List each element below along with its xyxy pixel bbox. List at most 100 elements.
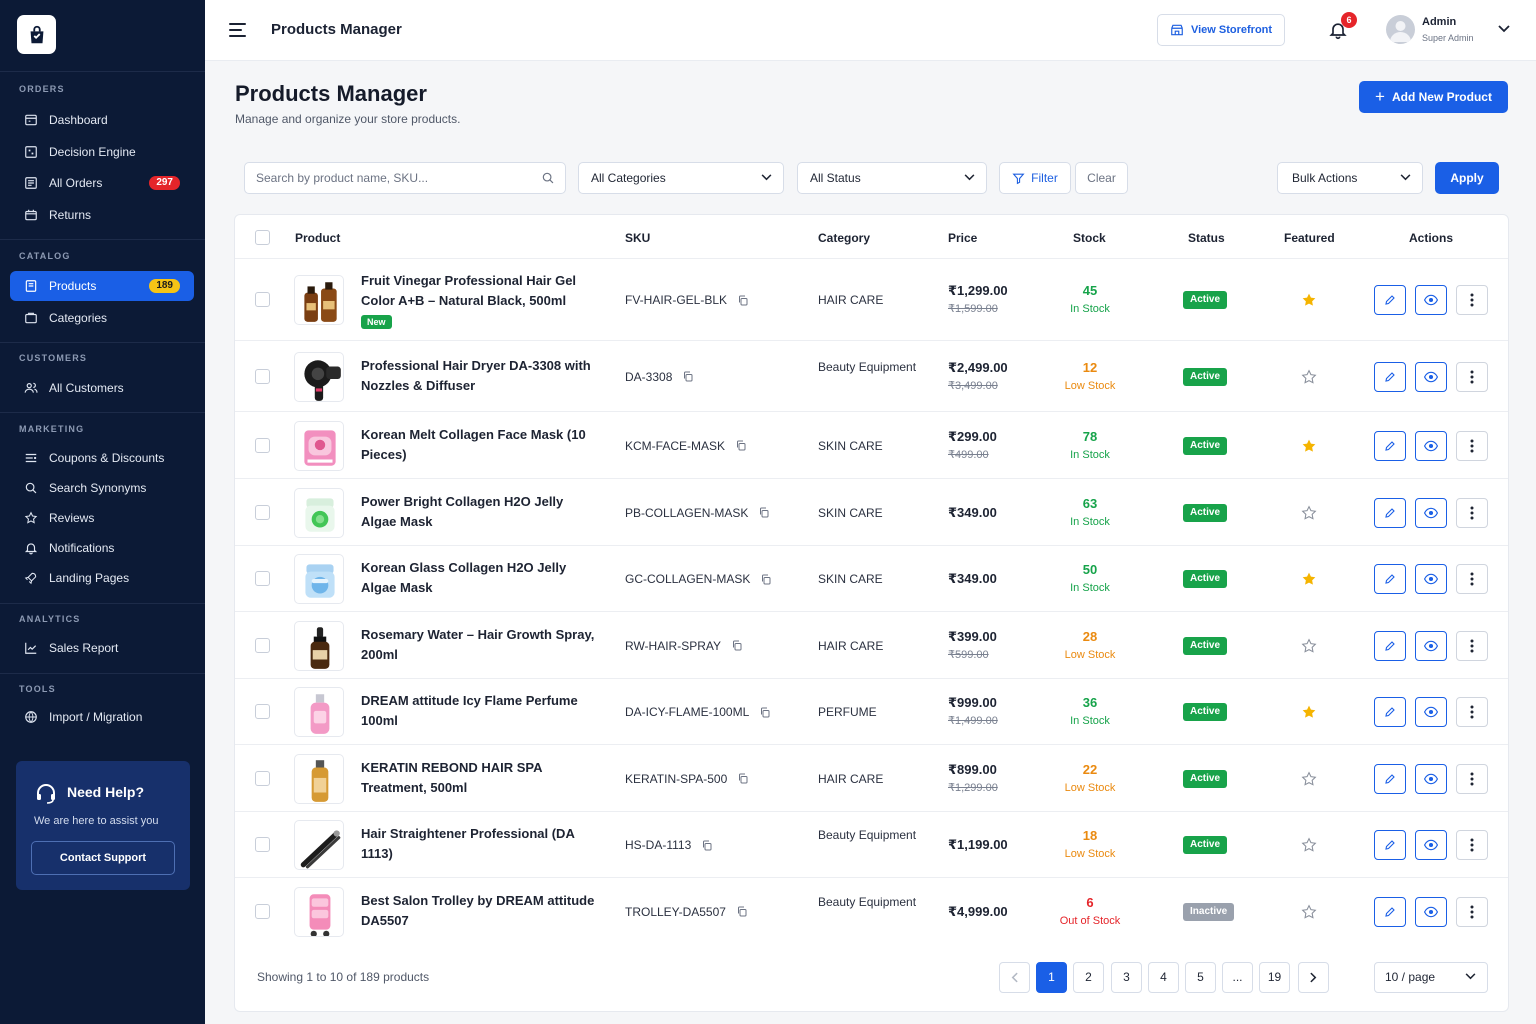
view-button[interactable] [1415,430,1447,461]
edit-button[interactable] [1374,697,1406,727]
product-name[interactable]: Korean Glass Collagen H2O Jelly Algae Ma… [361,558,596,598]
sidebar-item-landing-pages[interactable]: Landing Pages [10,563,194,593]
product-name[interactable]: Korean Melt Collagen Face Mask (10 Piece… [361,425,596,465]
sidebar-item-import-migration[interactable]: Import / Migration [10,702,194,732]
product-thumbnail[interactable] [294,620,344,671]
more-actions-button[interactable] [1456,564,1488,594]
column-header-featured[interactable]: Featured [1284,231,1335,245]
table-row[interactable]: Best Salon Trolley by DREAM attitude DA5… [235,877,1508,944]
sidebar-item-coupons-discounts[interactable]: Coupons & Discounts [10,443,194,473]
page-button-2[interactable]: 2 [1073,962,1104,993]
column-header-stock[interactable]: Stock [1073,231,1106,245]
table-row[interactable]: KERATIN REBOND HAIR SPA Treatment, 500ml… [235,744,1508,811]
page-button-3[interactable]: 3 [1111,962,1142,993]
column-header-product[interactable]: Product [295,231,340,245]
view-button[interactable] [1415,564,1447,594]
edit-button[interactable] [1374,285,1406,315]
per-page-select[interactable]: 10 / page [1374,962,1488,993]
product-thumbnail[interactable] [294,687,344,737]
user-name[interactable]: Admin [1422,16,1456,28]
row-checkbox[interactable] [255,837,270,852]
sidebar-item-sales-report[interactable]: Sales Report [10,633,194,663]
more-actions-button[interactable] [1456,497,1488,528]
row-checkbox[interactable] [255,368,270,384]
column-header-sku[interactable]: SKU [625,231,650,245]
clear-button[interactable]: Clear [1075,162,1128,194]
table-row[interactable]: Power Bright Collagen H2O Jelly Algae Ma… [235,478,1508,545]
row-checkbox[interactable] [255,637,270,653]
more-actions-button[interactable] [1456,361,1488,392]
product-thumbnail[interactable] [294,420,344,471]
product-name[interactable]: KERATIN REBOND HAIR SPA Treatment, 500ml [361,758,596,798]
page-button-1[interactable]: 1 [1036,962,1067,993]
copy-icon[interactable] [736,905,748,918]
table-row[interactable]: Korean Glass Collagen H2O Jelly Algae Ma… [235,545,1508,611]
product-thumbnail[interactable] [294,753,344,804]
view-storefront-button[interactable]: View Storefront [1157,14,1285,46]
view-button[interactable] [1415,630,1447,661]
copy-icon[interactable] [737,294,749,307]
menu-icon[interactable] [229,22,247,38]
status-select[interactable]: All Status [797,162,987,194]
table-row[interactable]: Hair Straightener Professional (DA 1113)… [235,811,1508,877]
avatar[interactable] [1386,15,1415,44]
contact-support-button[interactable]: Contact Support [31,841,175,875]
view-button[interactable] [1415,763,1447,794]
view-button[interactable] [1415,697,1447,727]
edit-button[interactable] [1374,763,1406,794]
copy-icon[interactable] [737,772,749,785]
sidebar-item-all-orders[interactable]: All Orders 297 [10,168,194,198]
add-new-product-button[interactable]: + Add New Product [1359,81,1508,113]
table-row[interactable]: Professional Hair Dryer DA-3308 with Noz… [235,340,1508,411]
featured-star-icon[interactable] [1301,637,1317,654]
featured-star-icon[interactable] [1301,504,1317,521]
table-row[interactable]: Rosemary Water – Hair Growth Spray, 200m… [235,611,1508,678]
featured-star-icon[interactable] [1301,292,1317,308]
row-checkbox[interactable] [255,292,270,307]
product-thumbnail[interactable] [294,487,344,538]
select-all-checkbox[interactable] [255,230,270,245]
view-button[interactable] [1415,497,1447,528]
product-name[interactable]: DREAM attitude Icy Flame Perfume 100ml [361,691,596,731]
sidebar-item-returns[interactable]: Returns [10,200,194,230]
sidebar-item-notifications[interactable]: Notifications [10,533,194,563]
column-header-price[interactable]: Price [948,231,977,245]
edit-button[interactable] [1374,830,1406,860]
more-actions-button[interactable] [1456,630,1488,661]
product-name[interactable]: Hair Straightener Professional (DA 1113) [361,824,596,864]
column-header-status[interactable]: Status [1188,231,1225,245]
copy-icon[interactable] [760,573,772,586]
more-actions-button[interactable] [1456,697,1488,727]
view-button[interactable] [1415,830,1447,860]
column-header-category[interactable]: Category [818,231,870,245]
copy-icon[interactable] [731,639,743,652]
edit-button[interactable] [1374,361,1406,392]
copy-icon[interactable] [701,839,713,852]
featured-star-icon[interactable] [1301,837,1317,853]
chevron-down-icon[interactable] [1498,25,1510,33]
featured-star-icon[interactable] [1301,571,1317,587]
sidebar-item-reviews[interactable]: Reviews [10,503,194,533]
sidebar-item-dashboard[interactable]: Dashboard [10,105,194,135]
page-button-4[interactable]: 4 [1148,962,1179,993]
sidebar-item-decision-engine[interactable]: Decision Engine [10,137,194,167]
copy-icon[interactable] [758,506,770,519]
featured-star-icon[interactable] [1301,704,1317,720]
category-select[interactable]: All Categories [578,162,784,194]
search-input[interactable]: Search by product name, SKU... [244,162,566,194]
view-button[interactable] [1415,285,1447,315]
row-checkbox[interactable] [255,903,270,919]
more-actions-button[interactable] [1456,430,1488,461]
product-thumbnail[interactable] [294,886,344,937]
table-row[interactable]: Fruit Vinegar Professional Hair Gel Colo… [235,258,1508,340]
row-checkbox[interactable] [255,704,270,719]
sidebar-item-categories[interactable]: Categories [10,303,194,333]
more-actions-button[interactable] [1456,896,1488,927]
product-name[interactable]: Fruit Vinegar Professional Hair Gel Colo… [361,271,596,331]
sidebar-item-search-synonyms[interactable]: Search Synonyms [10,473,194,503]
row-checkbox[interactable] [255,571,270,586]
prev-page-button[interactable] [999,962,1030,993]
edit-button[interactable] [1374,630,1406,661]
store-logo[interactable] [17,15,56,54]
featured-star-icon[interactable] [1301,770,1317,787]
